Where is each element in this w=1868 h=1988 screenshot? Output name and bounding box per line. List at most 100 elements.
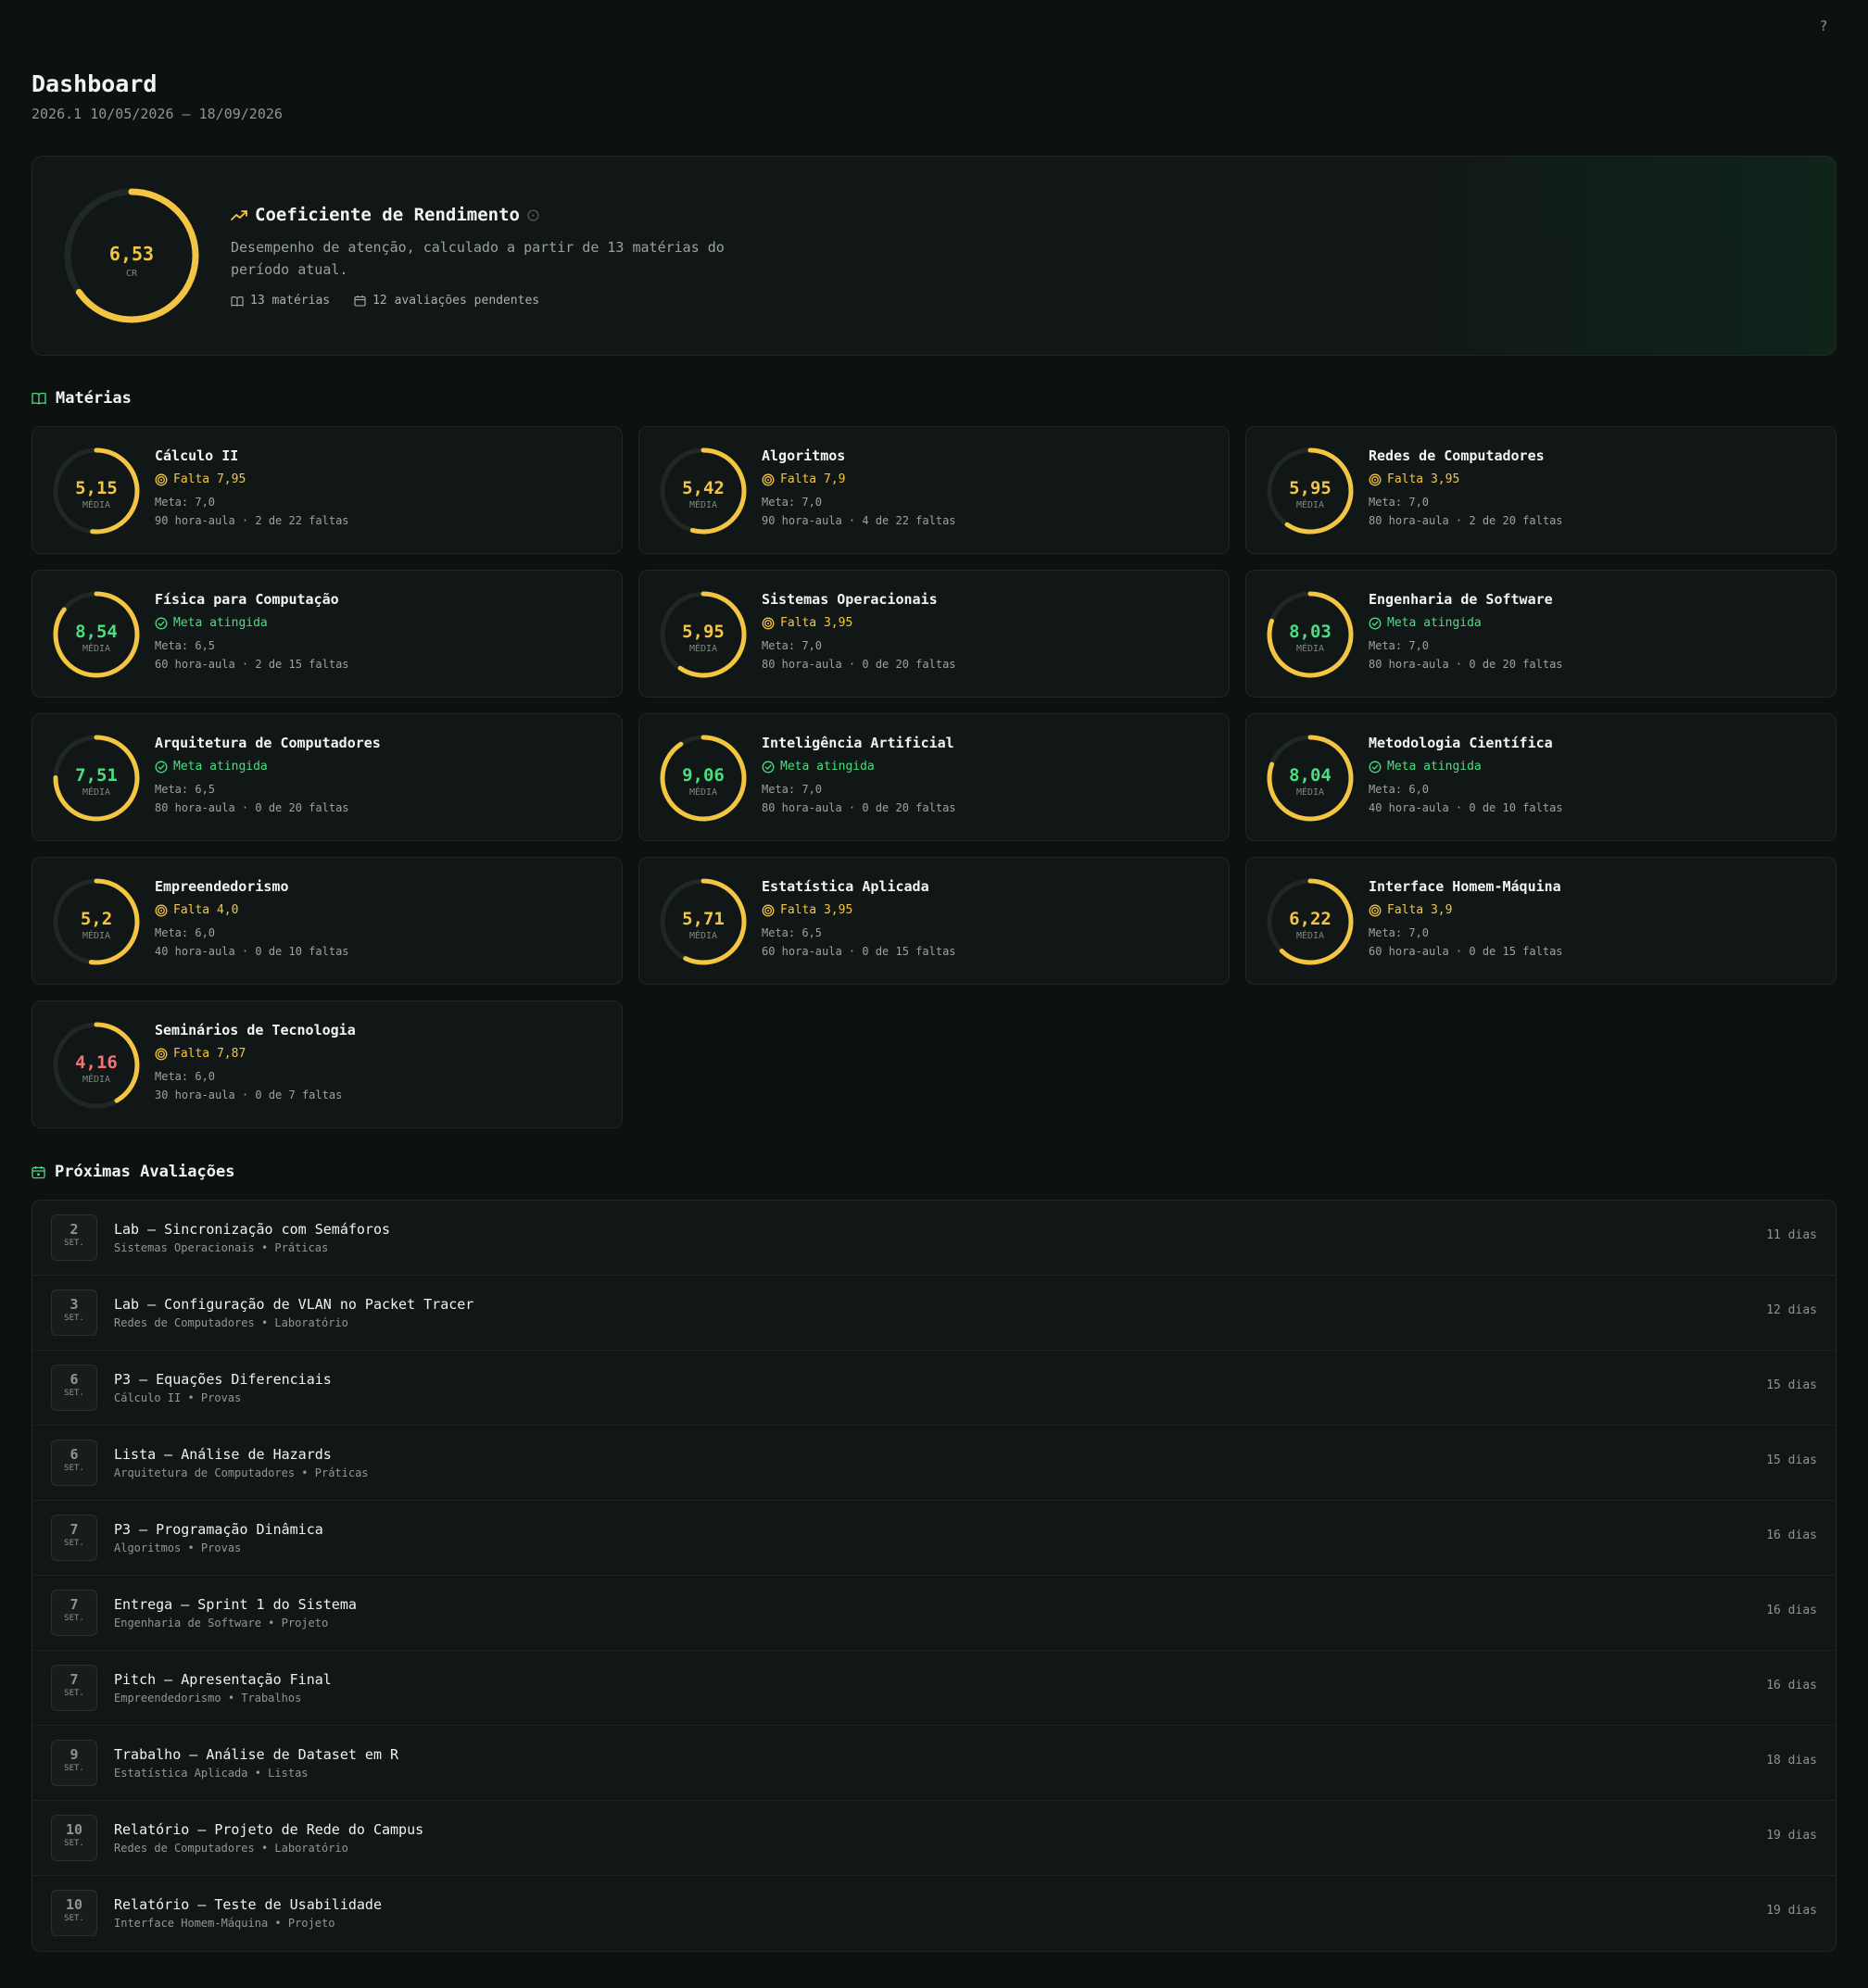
subject-status-label: Meta atingida: [1387, 760, 1482, 774]
subject-card[interactable]: 5,15 MÉDIA Cálculo II Falta 7,95 Meta: 7,0 90…: [32, 426, 623, 554]
subject-info: Estatística Aplicada Falta 3,95 Meta: 6,5 6…: [762, 878, 956, 958]
evaluation-row[interactable]: 9 SET. Trabalho — Análise de Dataset em R E…: [32, 1726, 1836, 1801]
subject-info: Seminários de Tecnologia Falta 7,87 Meta: …: [155, 1022, 356, 1101]
subject-progress-ring: 8,54MÉDIA: [53, 591, 140, 678]
evaluation-remaining: 12 dias: [1766, 1303, 1817, 1317]
subject-card[interactable]: 6,22 MÉDIA Interface Homem-Máquina Falta 3,…: [1245, 857, 1836, 985]
cr-info: Coeficiente de Rendimento Desempenho de …: [231, 205, 750, 308]
evaluation-title: Entrega — Sprint 1 do Sistema: [114, 1596, 357, 1613]
evaluation-date-badge: 6 SET.: [51, 1440, 97, 1486]
evaluation-title: Lab — Configuração de VLAN no Packet Tra…: [114, 1296, 474, 1313]
info-icon[interactable]: [527, 209, 539, 221]
subject-grade-label: MÉDIA: [82, 498, 110, 510]
subject-info: Inteligência Artificial Meta atingida Meta…: [762, 735, 956, 814]
subject-status-label: Falta 7,87: [173, 1047, 246, 1061]
check-circle-icon: [1369, 617, 1382, 629]
subject-info: Empreendedorismo Falta 4,0 Meta: 6,0 40 hor…: [155, 878, 349, 958]
subject-card[interactable]: 8,54 MÉDIA Física para Computação Meta atin…: [32, 570, 623, 698]
evaluations-section-label: Próximas Avaliações: [55, 1163, 235, 1181]
subject-workload: 60 hora-aula · 0 de 15 faltas: [1369, 945, 1563, 958]
evaluation-day: 6: [69, 1446, 79, 1463]
subject-status-label: Falta 7,9: [780, 472, 846, 486]
evaluation-date-badge: 2 SET.: [51, 1214, 97, 1261]
evaluation-row[interactable]: 2 SET. Lab — Sincronização com Semáforos Si…: [32, 1201, 1836, 1276]
evaluation-row[interactable]: 7 SET. Pitch — Apresentação Final Empreende…: [32, 1651, 1836, 1726]
subject-workload: 80 hora-aula · 0 de 20 faltas: [1369, 658, 1563, 671]
check-circle-icon: [762, 761, 775, 773]
subject-card[interactable]: 8,03 MÉDIA Engenharia de Software Meta atin…: [1245, 570, 1836, 698]
check-circle-icon: [1369, 761, 1382, 773]
subject-grade: 5,95: [682, 622, 725, 642]
evaluation-title: Relatório — Projeto de Rede do Campus: [114, 1821, 424, 1838]
evaluation-month: SET.: [64, 1689, 84, 1698]
evaluation-row[interactable]: 10 SET. Relatório — Projeto de Rede do Cam…: [32, 1801, 1836, 1876]
evaluation-row[interactable]: 10 SET. Relatório — Teste de Usabilidade In…: [32, 1876, 1836, 1951]
evaluations-section-title: Próximas Avaliações: [32, 1163, 234, 1181]
subject-grade-label: MÉDIA: [1296, 929, 1324, 941]
target-icon: [762, 904, 775, 916]
subject-card[interactable]: 5,95 MÉDIA Sistemas Operacionais Falta 3,95…: [638, 570, 1230, 698]
subject-status: Falta 3,95: [1369, 472, 1563, 486]
subject-info: Física para Computação Meta atingida Meta:…: [155, 591, 349, 671]
calendar-icon: [354, 296, 366, 307]
evaluation-title: Relatório — Teste de Usabilidade: [114, 1896, 382, 1913]
subject-progress-ring: 4,16MÉDIA: [53, 1022, 140, 1109]
subject-grade: 8,54: [75, 622, 118, 642]
subject-card[interactable]: 7,51 MÉDIA Arquitetura de Computadores Meta…: [32, 713, 623, 841]
cr-subjects-count-label: 13 matérias: [250, 294, 331, 308]
evaluation-row[interactable]: 6 SET. Lista — Análise de Hazards Arquitetu…: [32, 1426, 1836, 1501]
subject-info: Redes de Computadores Falta 3,95 Meta: 7,0…: [1369, 447, 1563, 527]
subject-card[interactable]: 5,71 MÉDIA Estatística Aplicada Falta 3,95 M…: [638, 857, 1230, 985]
subject-grade: 8,04: [1289, 765, 1332, 786]
evaluation-day: 7: [69, 1671, 79, 1688]
subject-grade-label: MÉDIA: [1296, 786, 1324, 798]
target-icon: [155, 1048, 168, 1060]
subject-status: Meta atingida: [1369, 760, 1563, 774]
subject-status-label: Falta 4,0: [173, 903, 239, 917]
evaluation-date-badge: 9 SET.: [51, 1740, 97, 1786]
evaluation-row[interactable]: 7 SET. Entrega — Sprint 1 do Sistema Engenh…: [32, 1576, 1836, 1651]
subject-status-label: Meta atingida: [173, 616, 268, 630]
subject-progress-ring: 6,22MÉDIA: [1267, 878, 1354, 965]
subject-name: Metodologia Científica: [1369, 735, 1553, 751]
evaluation-row[interactable]: 7 SET. P3 — Programação Dinâmica Algoritmos…: [32, 1501, 1836, 1576]
target-icon: [1369, 473, 1382, 485]
subject-card[interactable]: 5,2 MÉDIA Empreendedorismo Falta 4,0 Meta: 6…: [32, 857, 623, 985]
evaluation-row[interactable]: 3 SET. Lab — Configuração de VLAN no Packe…: [32, 1276, 1836, 1351]
cr-description: Desempenho de atenção, calculado a parti…: [231, 239, 725, 278]
subject-progress-ring: 5,42MÉDIA: [660, 447, 747, 535]
subject-workload: 30 hora-aula · 0 de 7 faltas: [155, 1088, 343, 1101]
evaluation-month: SET.: [64, 1239, 84, 1248]
subject-workload: 80 hora-aula · 0 de 20 faltas: [762, 801, 956, 814]
subject-grade: 7,51: [75, 765, 118, 786]
cr-pending-count-label: 12 avaliações pendentes: [372, 294, 540, 308]
help-button[interactable]: ?: [1812, 15, 1835, 37]
evaluation-remaining: 16 dias: [1766, 1679, 1817, 1692]
subject-status: Falta 7,9: [762, 472, 956, 486]
cr-value: 6,53: [109, 243, 154, 265]
subject-goal: Meta: 7,0: [762, 783, 823, 796]
subject-goal: Meta: 7,0: [155, 496, 216, 509]
subject-card[interactable]: 8,04 MÉDIA Metodologia Científica Meta atin…: [1245, 713, 1836, 841]
evaluation-remaining: 19 dias: [1766, 1904, 1817, 1918]
cr-pending-count: 12 avaliações pendentes: [354, 294, 539, 308]
evaluation-date-badge: 7 SET.: [51, 1665, 97, 1711]
evaluation-title: Lab — Sincronização com Semáforos: [114, 1221, 391, 1238]
subject-grade-label: MÉDIA: [82, 1073, 110, 1085]
subject-goal: Meta: 7,0: [1369, 926, 1430, 939]
subject-card[interactable]: 5,42 MÉDIA Algoritmos Falta 7,9 Meta: 7,0 90 …: [638, 426, 1230, 554]
subject-name: Inteligência Artificial: [762, 735, 954, 751]
subject-card[interactable]: 9,06 MÉDIA Inteligência Artificial Meta ati…: [638, 713, 1230, 841]
subject-goal: Meta: 7,0: [1369, 496, 1430, 509]
evaluation-row[interactable]: 6 SET. P3 — Equações Diferenciais Cálculo I…: [32, 1351, 1836, 1426]
evaluation-month: SET.: [64, 1539, 84, 1548]
subject-grade-label: MÉDIA: [82, 786, 110, 798]
subject-card[interactable]: 4,16 MÉDIA Seminários de Tecnologia Falta 7…: [32, 1000, 623, 1128]
target-icon: [155, 904, 168, 916]
subjects-section-label: Matérias: [56, 389, 132, 408]
subject-card[interactable]: 5,95 MÉDIA Redes de Computadores Falta 3,95…: [1245, 426, 1836, 554]
subject-status-label: Falta 3,95: [780, 616, 853, 630]
evaluation-title: Trabalho — Análise de Dataset em R: [114, 1746, 399, 1763]
book-icon: [231, 296, 244, 307]
subjects-grid: 5,15 MÉDIA Cálculo II Falta 7,95 Meta: 7,0 90…: [32, 426, 1836, 1128]
